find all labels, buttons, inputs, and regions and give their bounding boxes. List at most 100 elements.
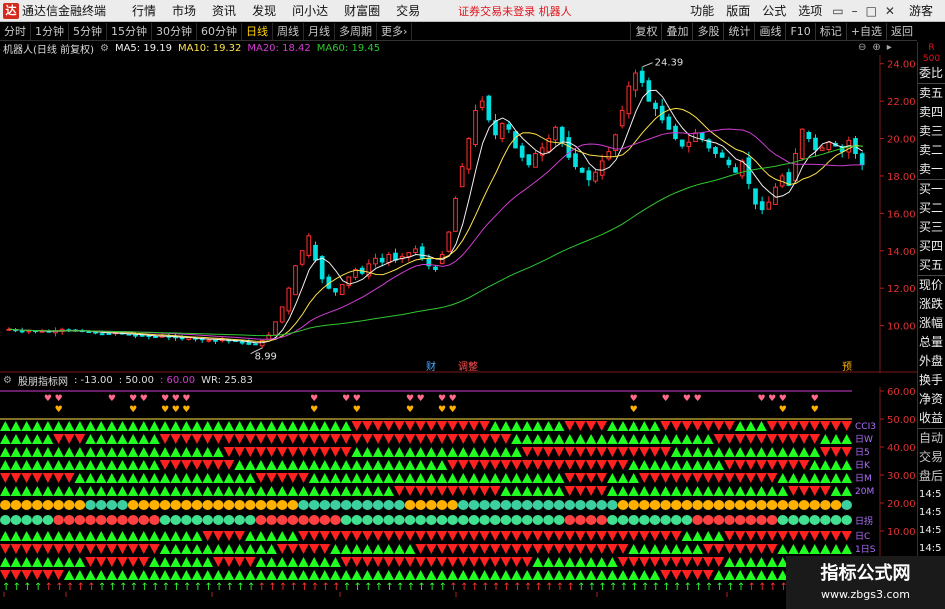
period-tab-monthly[interactable]: 月线 — [304, 22, 335, 40]
trade-time: 14:5 — [919, 507, 942, 518]
period-tab-60min[interactable]: 60分钟 — [197, 22, 242, 40]
signal-triangle — [426, 570, 437, 580]
signal-triangle — [681, 473, 693, 483]
period-tab-daily[interactable]: 日线 — [242, 22, 273, 40]
tool-multi-stock-button[interactable]: 多股 — [692, 23, 723, 40]
signal-triangle — [756, 486, 767, 496]
signal-triangle — [138, 486, 150, 496]
signal-triangle — [575, 434, 586, 444]
signal-triangle — [479, 570, 490, 580]
volume-arrow-icon: ↑ — [652, 582, 660, 593]
menu-market[interactable]: 行情 — [132, 2, 156, 19]
candle-body — [579, 167, 585, 173]
volume-arrow-icon: ↑ — [183, 582, 191, 593]
menu-ask[interactable]: 问小达 — [292, 2, 328, 19]
price-tick-label: 10.00 — [887, 322, 916, 333]
signal-triangle — [479, 447, 490, 457]
guest-user[interactable]: 游客 — [909, 2, 933, 19]
login-warning[interactable]: 证券交易未登录 机器人 — [458, 3, 572, 19]
menu-options[interactable]: 选项 — [798, 2, 822, 19]
menu-trade[interactable]: 交易 — [396, 2, 420, 19]
watermark-url: www.zbgs3.com — [821, 588, 910, 601]
period-tab-multi[interactable]: 多周期 — [335, 22, 377, 40]
signal-triangle — [31, 460, 43, 470]
signal-triangle — [543, 557, 554, 567]
signal-triangle — [670, 447, 682, 457]
signal-bead — [745, 500, 757, 510]
signal-triangle — [213, 570, 224, 580]
indicator-chart[interactable]: 60.0050.0040.0030.0020.0010.000.00♥♥♥♥♥♥… — [0, 387, 917, 597]
pane-expand-icon[interactable]: ⊕ — [872, 42, 880, 56]
signal-triangle — [255, 460, 267, 470]
menu-function[interactable]: 功能 — [690, 2, 714, 19]
signal-triangle — [10, 557, 22, 567]
signal-triangle — [426, 434, 437, 444]
window-maximize-icon[interactable]: □ — [866, 4, 877, 18]
signal-bead — [42, 500, 54, 510]
period-tab-5min[interactable]: 5分钟 — [69, 22, 107, 40]
volume-arrow-icon: ↑ — [119, 582, 127, 593]
tool-draw-button[interactable]: 画线 — [754, 23, 785, 40]
menu-wealth[interactable]: 财富圈 — [344, 2, 380, 19]
period-tab-30min[interactable]: 30分钟 — [152, 22, 197, 40]
volume-arrow-icon: ↑ — [215, 582, 223, 593]
signal-triangle — [724, 570, 735, 580]
tool-add-favorite-button[interactable]: +自选 — [845, 23, 886, 40]
period-tab-15min[interactable]: 15分钟 — [107, 22, 152, 40]
period-tab-timeshare[interactable]: 分时 — [0, 22, 31, 40]
period-tab-more[interactable]: 更多› — [377, 22, 413, 40]
candle-body — [279, 306, 285, 323]
period-tab-weekly[interactable]: 周线 — [273, 22, 304, 40]
signal-triangle — [788, 447, 799, 457]
tool-mark-button[interactable]: 标记 — [814, 23, 846, 40]
window-minimize-icon[interactable]: – — [852, 4, 858, 18]
window-close-icon[interactable]: ✕ — [885, 4, 895, 18]
tool-f10-button[interactable]: F10 — [785, 23, 814, 40]
signal-triangle — [745, 570, 757, 580]
signal-heart-icon: ♥ — [406, 405, 414, 415]
signal-triangle — [170, 421, 182, 431]
signal-triangle — [298, 473, 309, 483]
signal-triangle — [809, 486, 821, 496]
candle-body — [506, 124, 512, 130]
signal-triangle — [42, 486, 54, 496]
quote-field-label: 现价 — [919, 278, 944, 292]
menu-bar: 达 通达信金融终端 行情 市场 资讯 发现 问小达 财富圈 交易 证券交易未登录… — [0, 0, 945, 22]
candlestick-chart[interactable]: 24.00 22.00 20.00 18.00 16.00 14.00 12.00 10.00… — [0, 55, 917, 373]
menu-formula[interactable]: 公式 — [762, 2, 786, 19]
price-tick-label: 14.00 — [887, 247, 916, 258]
period-tab-1min[interactable]: 1分钟 — [31, 22, 69, 40]
settings-gear-icon[interactable]: ⚙ — [100, 43, 109, 54]
signal-triangle — [319, 570, 331, 580]
tool-adjust-button[interactable]: 复权 — [630, 23, 661, 40]
signal-bead — [777, 500, 789, 510]
main-chart-header: 机器人(日线 前复权) ⚙ MA5: 19.19 MA10: 19.32 MA2… — [0, 42, 880, 56]
tool-stats-button[interactable]: 统计 — [723, 23, 754, 40]
signal-triangle — [244, 544, 256, 554]
signal-triangle — [127, 460, 139, 470]
signal-triangle — [351, 531, 363, 541]
signal-triangle — [607, 460, 618, 470]
menu-layout[interactable]: 版面 — [726, 2, 750, 19]
signal-triangle — [74, 544, 86, 554]
menu-market-2[interactable]: 市场 — [172, 2, 196, 19]
indicator-gear-icon[interactable]: ⚙ — [3, 375, 12, 386]
signal-triangle — [756, 460, 767, 470]
menu-news[interactable]: 资讯 — [212, 2, 236, 19]
indicator-value-3: : 60.00 — [159, 375, 196, 386]
signal-triangle — [159, 447, 171, 457]
menu-discover[interactable]: 发现 — [252, 2, 276, 19]
price-tick-label: 16.00 — [887, 209, 916, 220]
signal-triangle — [276, 421, 288, 431]
tool-back-button[interactable]: 返回 — [886, 23, 917, 40]
signal-triangle — [276, 434, 288, 444]
window-restore-icon[interactable]: ▭ — [832, 4, 843, 18]
pane-collapse-icon[interactable]: ⊖ — [858, 42, 866, 56]
signal-heart-icon: ♥ — [757, 394, 765, 404]
signal-triangle — [0, 460, 11, 470]
pane-toggle-icon[interactable]: ▸ — [887, 42, 892, 56]
signal-triangle — [564, 570, 576, 580]
indicator-row-label: CCI3 — [855, 422, 876, 432]
tool-overlay-button[interactable]: 叠加 — [661, 23, 692, 40]
signal-triangle — [181, 557, 192, 567]
